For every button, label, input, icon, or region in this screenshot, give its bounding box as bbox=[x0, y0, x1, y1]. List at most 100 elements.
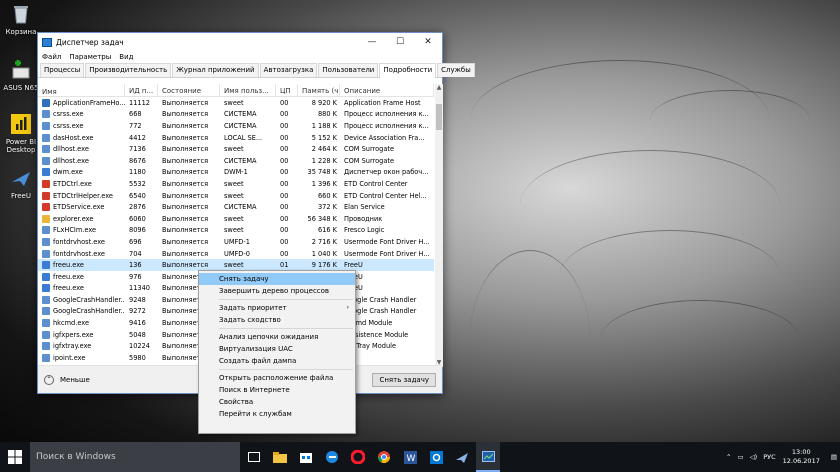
tab-users[interactable]: Пользователи bbox=[318, 63, 379, 77]
column-header-cpu[interactable]: ЦП bbox=[276, 84, 298, 96]
start-button[interactable] bbox=[0, 442, 30, 472]
desktop-icon-recycle-bin[interactable]: Корзина bbox=[2, 2, 40, 36]
user-cell: UMFD-0 bbox=[224, 249, 250, 258]
minimize-button[interactable]: — bbox=[358, 33, 386, 51]
process-icon bbox=[42, 295, 50, 304]
file-explorer-icon[interactable] bbox=[268, 442, 292, 472]
desktop-icon-label: Корзина bbox=[5, 28, 37, 36]
tab-strip: Процессы Производительность Журнал прило… bbox=[38, 63, 475, 78]
store-icon[interactable] bbox=[294, 442, 318, 472]
table-row[interactable]: FLxHCIm.exe 8096 Выполняется sweet 00 616 K Fr… bbox=[38, 225, 434, 237]
scrollbar-thumb[interactable] bbox=[436, 104, 442, 130]
opera-icon[interactable] bbox=[346, 442, 370, 472]
word-icon[interactable]: W bbox=[398, 442, 422, 472]
context-menu-item-label: Открыть расположение файла bbox=[219, 374, 334, 382]
context-menu-item[interactable]: Создать файл дампа bbox=[199, 355, 355, 367]
notifications-icon[interactable]: ▤ bbox=[831, 453, 837, 461]
maximize-button[interactable]: ☐ bbox=[386, 33, 414, 51]
context-menu-item[interactable]: Снять задачу bbox=[199, 273, 355, 285]
status-cell: Выполняется bbox=[162, 214, 209, 223]
table-row[interactable]: fontdrvhost.exe 696 Выполняется UMFD-1 00 2 7… bbox=[38, 236, 434, 248]
context-menu-item[interactable]: Задать приоритет › bbox=[199, 302, 355, 314]
cpu-cell: 01 bbox=[280, 261, 289, 270]
process-name-cell: fontdrvhost.exe bbox=[38, 237, 125, 246]
context-menu-item[interactable]: Задать сходство bbox=[199, 314, 355, 326]
battery-icon[interactable]: ▭ bbox=[738, 453, 744, 461]
process-name-text: csrss.exe bbox=[53, 121, 84, 130]
user-cell: СИСТЕМА bbox=[224, 110, 257, 119]
column-header-pid[interactable]: ИД п... bbox=[125, 84, 158, 96]
menu-file[interactable]: Файл bbox=[42, 53, 61, 61]
context-menu-item[interactable]: Анализ цепочки ожидания bbox=[199, 331, 355, 343]
edge-icon[interactable] bbox=[320, 442, 344, 472]
table-row[interactable]: dllhost.exe 8676 Выполняется СИСТЕМА 00 1 228… bbox=[38, 155, 434, 167]
column-header-user[interactable]: Имя польз... bbox=[220, 84, 276, 96]
column-header-status[interactable]: Состояние bbox=[158, 84, 220, 96]
memory-cell: 616 K bbox=[317, 226, 337, 235]
status-cell: Выполняется bbox=[162, 145, 209, 154]
process-name-cell: csrss.exe bbox=[38, 110, 125, 119]
chrome-icon[interactable] bbox=[372, 442, 396, 472]
context-menu-item[interactable]: Перейти к службам bbox=[199, 408, 355, 420]
show-hidden-icons-icon[interactable]: ⌃ bbox=[726, 453, 731, 461]
context-menu-item[interactable]: Виртуализация UAC bbox=[199, 343, 355, 355]
table-row[interactable]: ETDService.exe 2876 Выполняется СИСТЕМА 00 37… bbox=[38, 201, 434, 213]
scroll-up-icon[interactable]: ▲ bbox=[435, 84, 443, 92]
process-name-text: freeu.exe bbox=[53, 284, 84, 293]
context-menu-item[interactable]: Поиск в Интернете bbox=[199, 384, 355, 396]
table-row[interactable]: dwm.exe 1180 Выполняется DWM-1 00 35 748 K Дис… bbox=[38, 167, 434, 179]
process-icon bbox=[42, 249, 50, 258]
memory-cell: 372 K bbox=[317, 203, 337, 212]
description-cell: COM Surrogate bbox=[344, 156, 395, 165]
desktop-icon-asus[interactable]: ASUS N65 bbox=[2, 58, 40, 92]
task-manager-taskbar-icon[interactable] bbox=[476, 442, 500, 472]
table-row[interactable]: ETDCtrl.exe 5532 Выполняется sweet 00 1 396 K… bbox=[38, 178, 434, 190]
freeu-taskbar-icon[interactable] bbox=[450, 442, 474, 472]
vertical-scrollbar[interactable]: ▲ ▼ bbox=[435, 84, 443, 367]
process-name-cell: dllhost.exe bbox=[38, 156, 125, 165]
tab-startup[interactable]: Автозагрузка bbox=[259, 63, 318, 77]
tab-processes[interactable]: Процессы bbox=[40, 63, 85, 77]
tab-services[interactable]: Службы bbox=[437, 63, 475, 77]
desktop-icon-freeu[interactable]: FreeU bbox=[2, 166, 40, 200]
process-name-text: dwm.exe bbox=[53, 168, 83, 177]
table-row[interactable]: explorer.exe 6060 Выполняется sweet 00 56 348… bbox=[38, 213, 434, 225]
tab-details[interactable]: Подробности bbox=[379, 63, 437, 78]
table-row[interactable]: dasHost.exe 4412 Выполняется LOCAL SE... 00 5… bbox=[38, 132, 434, 144]
menu-view[interactable]: Вид bbox=[119, 53, 133, 61]
context-menu-item-label: Снять задачу bbox=[219, 275, 269, 283]
user-cell: sweet bbox=[224, 261, 244, 270]
table-row[interactable]: ETDCtrlHelper.exe 6540 Выполняется sweet 00 6… bbox=[38, 190, 434, 202]
context-menu-item[interactable]: Завершить дерево процессов bbox=[199, 285, 355, 297]
table-row[interactable]: ApplicationFrameHo... 11112 Выполняется swe… bbox=[38, 97, 434, 109]
process-name-text: explorer.exe bbox=[53, 214, 94, 223]
pid-cell: 696 bbox=[129, 237, 142, 246]
outlook-icon[interactable] bbox=[424, 442, 448, 472]
table-row[interactable]: dllhost.exe 7136 Выполняется sweet 00 2 464 K… bbox=[38, 143, 434, 155]
tab-app-history[interactable]: Журнал приложений bbox=[172, 63, 259, 77]
column-header-memory[interactable]: Память (ч... bbox=[298, 84, 340, 96]
user-cell: sweet bbox=[224, 226, 244, 235]
clock[interactable]: 13:00 12.06.2017 bbox=[783, 448, 820, 466]
memory-cell: 56 348 K bbox=[307, 214, 338, 223]
table-row[interactable]: csrss.exe 772 Выполняется СИСТЕМА 00 1 188 K П… bbox=[38, 120, 434, 132]
close-button[interactable]: ✕ bbox=[414, 33, 442, 51]
context-menu-item[interactable]: Свойства bbox=[199, 396, 355, 408]
menu-options[interactable]: Параметры bbox=[69, 53, 111, 61]
process-icon bbox=[42, 121, 50, 130]
task-view-icon[interactable] bbox=[242, 442, 266, 472]
chevron-up-icon[interactable]: ⌃ bbox=[44, 374, 54, 385]
volume-icon[interactable]: ◁) bbox=[750, 453, 758, 461]
title-bar[interactable]: Диспетчер задач — ☐ ✕ bbox=[38, 33, 442, 51]
language-indicator[interactable]: РУС bbox=[763, 453, 775, 461]
tab-performance[interactable]: Производительность bbox=[85, 63, 172, 77]
table-row[interactable]: csrss.exe 668 Выполняется СИСТЕМА 00 880 K Про… bbox=[38, 109, 434, 121]
context-menu-item[interactable]: Открыть расположение файла bbox=[199, 372, 355, 384]
taskbar-search-box[interactable]: Поиск в Windows bbox=[30, 442, 240, 472]
pid-cell: 6540 bbox=[129, 191, 146, 200]
column-header-name[interactable]: Имя bbox=[38, 84, 125, 96]
table-row[interactable]: fontdrvhost.exe 704 Выполняется UMFD-0 00 1 0… bbox=[38, 248, 434, 260]
desktop-icon-power-bi[interactable]: Power BI Desktop bbox=[2, 112, 40, 154]
column-header-description[interactable]: Описание bbox=[340, 84, 434, 96]
end-task-button[interactable]: Снять задачу bbox=[372, 372, 436, 387]
